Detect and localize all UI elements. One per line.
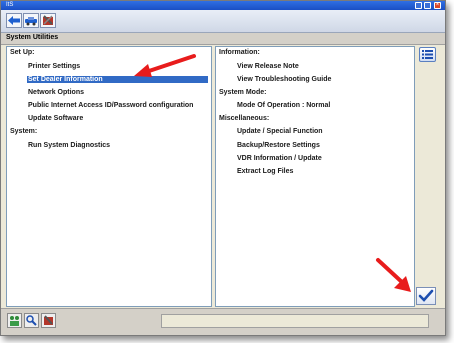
- menu-item-network-options[interactable]: Network Options: [28, 89, 84, 96]
- search-icon[interactable]: [24, 313, 39, 328]
- system-mode-header: System Mode:: [219, 89, 267, 96]
- maximize-button[interactable]: [424, 2, 431, 9]
- list-icon: [422, 50, 433, 59]
- menu-item-update-software[interactable]: Update Software: [28, 115, 83, 122]
- section-header: System Utilities: [1, 33, 445, 45]
- vehicle-icon[interactable]: [23, 13, 39, 28]
- menu-item-printer-settings[interactable]: Printer Settings: [28, 63, 80, 70]
- menu-item-mode-of-operation[interactable]: Mode Of Operation : Normal: [237, 102, 330, 109]
- system-header: System:: [10, 128, 38, 135]
- confirm-checkmark-button[interactable]: [416, 287, 436, 305]
- minimize-button[interactable]: [415, 2, 422, 9]
- menu-item-view-release-note[interactable]: View Release Note: [237, 63, 299, 70]
- list-view-button[interactable]: [419, 47, 436, 62]
- people-icon[interactable]: [7, 313, 22, 328]
- right-sidebar: [416, 46, 442, 307]
- tools-icon[interactable]: [40, 13, 56, 28]
- section-title: System Utilities: [6, 34, 59, 41]
- menu-item-public-internet-access[interactable]: Public Internet Access ID/Password confi…: [28, 102, 193, 109]
- back-arrow-icon[interactable]: [6, 13, 22, 28]
- status-bar: [1, 308, 445, 335]
- information-header: Information:: [219, 49, 260, 56]
- menu-item-view-troubleshooting-guide[interactable]: View Troubleshooting Guide: [237, 76, 331, 83]
- menu-item-extract-log-files[interactable]: Extract Log Files: [237, 168, 293, 175]
- window-title: ItS: [6, 2, 14, 8]
- menu-item-update-special-function[interactable]: Update / Special Function: [237, 128, 323, 135]
- tools-icon[interactable]: [41, 313, 56, 328]
- setup-header: Set Up:: [10, 49, 35, 56]
- menu-item-set-dealer-information[interactable]: Set Dealer Information: [27, 76, 208, 83]
- toolbar: [1, 10, 445, 33]
- information-panel: Information: View Release Note View Trou…: [215, 46, 415, 307]
- close-button[interactable]: ×: [434, 2, 441, 9]
- checkmark-icon: [418, 289, 434, 302]
- menu-item-run-system-diagnostics[interactable]: Run System Diagnostics: [28, 142, 110, 149]
- setup-panel: Set Up: Printer Settings Set Dealer Info…: [6, 46, 212, 307]
- app-window: ItS × System Utilities Set Up: Printer S…: [0, 0, 446, 336]
- title-bar: ItS ×: [1, 1, 445, 10]
- menu-item-backup-restore-settings[interactable]: Backup/Restore Settings: [237, 142, 320, 149]
- menu-item-vdr-information-update[interactable]: VDR Information / Update: [237, 155, 322, 162]
- status-message-field: [161, 314, 429, 328]
- miscellaneous-header: Miscellaneous:: [219, 115, 270, 122]
